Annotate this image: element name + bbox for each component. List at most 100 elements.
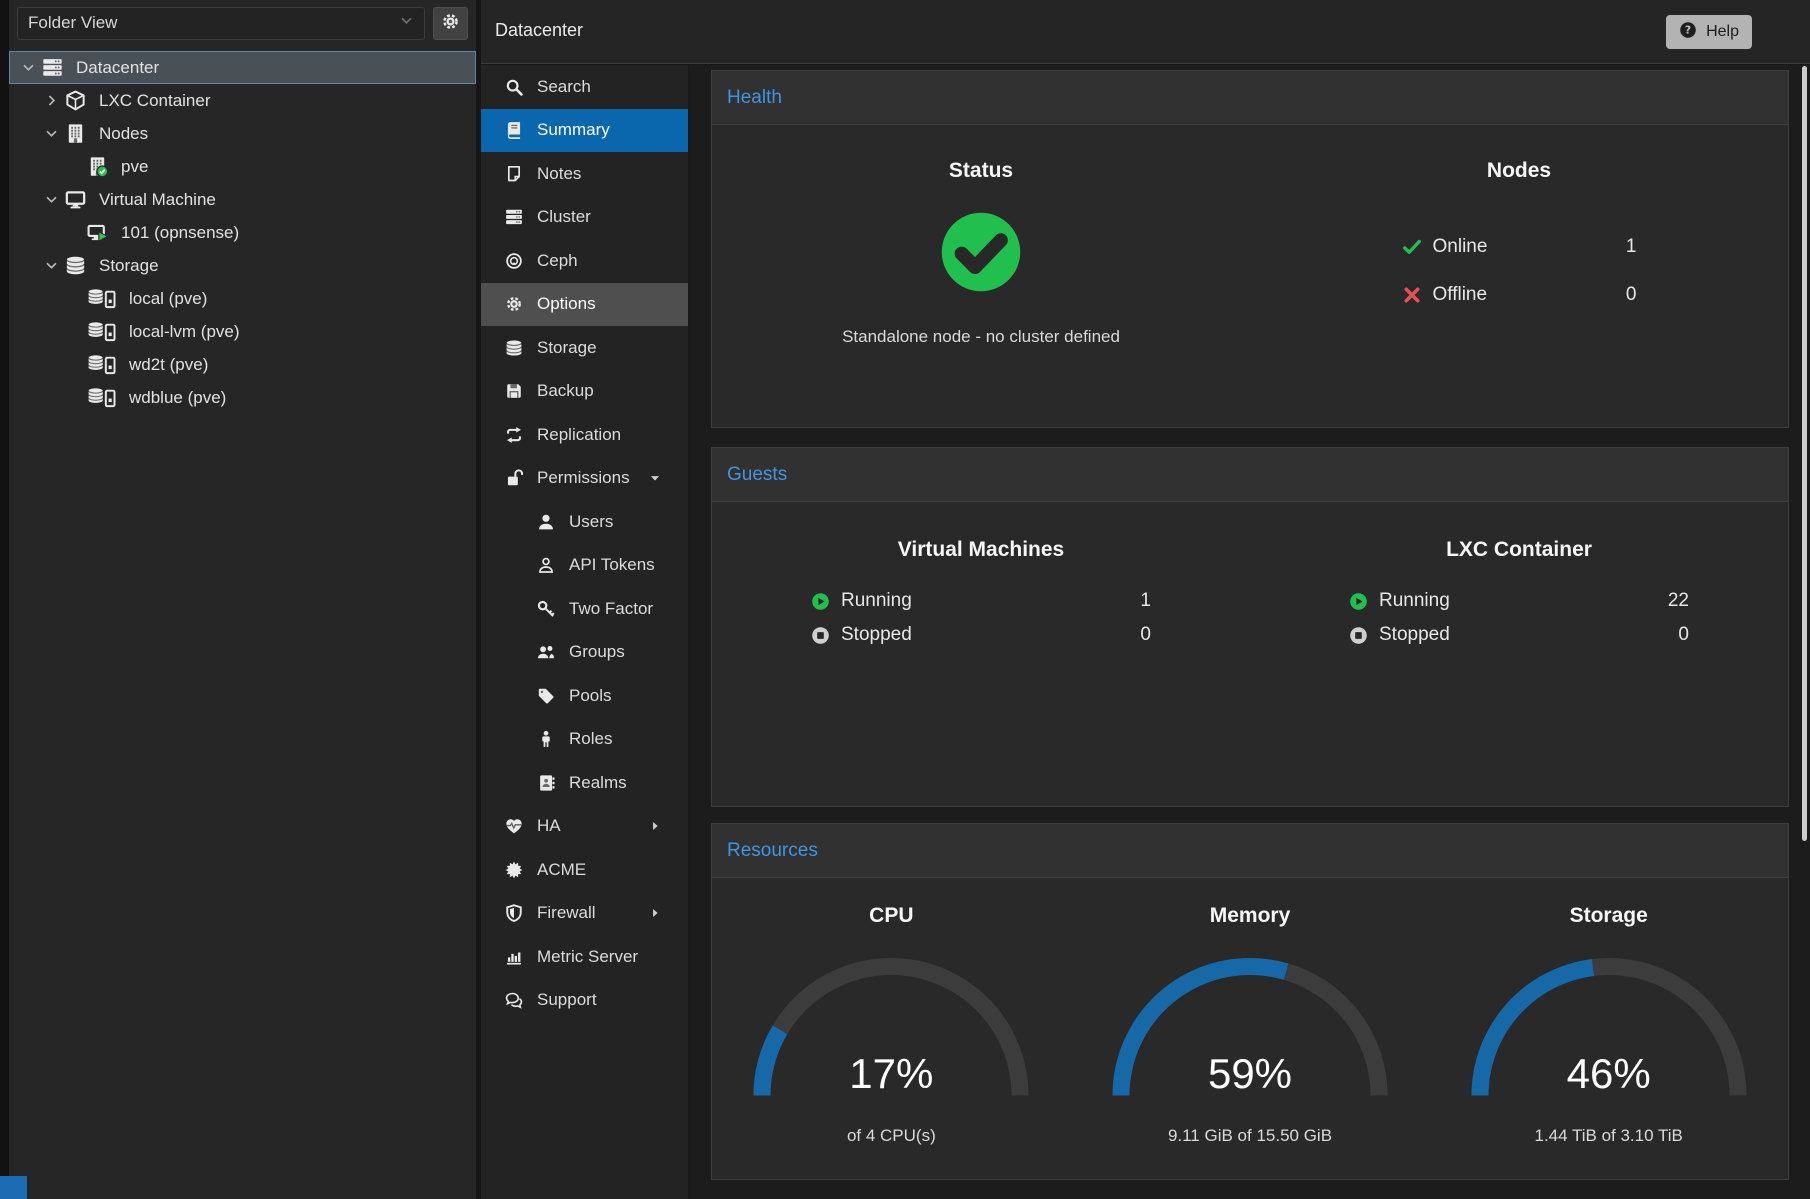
nav-item-label: API Tokens	[569, 555, 655, 575]
question-circle-icon: ?	[1679, 21, 1697, 39]
database-icon	[505, 339, 523, 357]
gauge-caption: 9.11 GiB of 15.50 GiB	[1168, 1126, 1332, 1146]
datacenter-nav: Search SummaryNotesClusterCeph Options Stor…	[481, 65, 690, 1199]
chevron-down-icon[interactable]	[39, 192, 63, 207]
status-row-value: 0	[1140, 624, 1151, 646]
tree-item-virtual-machine[interactable]: Virtual Machine	[9, 183, 476, 216]
resource-tree: DatacenterLXC ContainerNodespve Virtual M…	[9, 46, 476, 414]
nav-item-metric-server[interactable]: Metric Server	[481, 935, 688, 979]
tree-item-local-pve[interactable]: local (pve)	[9, 282, 476, 315]
chevron-right-icon[interactable]	[39, 93, 63, 108]
stop-circle-icon	[1349, 626, 1368, 645]
gauge-arc: 17%	[741, 944, 1041, 1102]
cross-icon	[1402, 285, 1422, 305]
nav-item-ceph[interactable]: Ceph	[481, 239, 688, 283]
nav-item-label: Options	[537, 294, 596, 314]
nav-item-permissions[interactable]: Permissions	[481, 457, 688, 501]
nav-item-realms[interactable]: Realms	[481, 761, 688, 805]
stop-circle-icon	[811, 626, 830, 645]
nav-item-label: Permissions	[537, 468, 630, 488]
nav-item-label: Replication	[537, 425, 621, 445]
status-row-label: Running	[841, 590, 912, 612]
nav-item-storage[interactable]: Storage	[481, 326, 688, 370]
nav-item-support[interactable]: Support	[481, 979, 688, 1023]
health-panel-header: Health	[712, 71, 1788, 125]
play-circle-icon	[1349, 592, 1368, 611]
database-icon	[65, 255, 86, 276]
unlock-icon	[505, 469, 523, 487]
nav-item-label: Roles	[569, 729, 612, 749]
tree-item-storage[interactable]: Storage	[9, 249, 476, 282]
nav-item-label: ACME	[537, 860, 586, 880]
search-icon	[505, 78, 523, 96]
chevron-down-icon	[44, 192, 59, 207]
health-panel-body: Status Standalone node - no cluster defi…	[712, 125, 1788, 347]
status-row-running: Running22	[1349, 584, 1689, 618]
health-panel-title: Health	[727, 87, 782, 109]
chevron-down-icon[interactable]	[39, 258, 63, 273]
chevron-down-icon[interactable]	[16, 60, 40, 75]
gauge-arc: 46%	[1459, 944, 1759, 1102]
tree-toolbar: Folder View	[9, 0, 476, 46]
view-mode-select[interactable]: Folder View	[17, 7, 425, 40]
resources-panel-title: Resources	[727, 840, 818, 862]
guests-panel-header: Guests	[712, 448, 1788, 502]
guests-panel-title: Guests	[727, 464, 787, 486]
nav-item-two-factor[interactable]: Two Factor	[481, 587, 688, 631]
status-row-stopped: Stopped0	[1349, 618, 1689, 652]
nav-item-roles[interactable]: Roles	[481, 718, 688, 762]
status-ok	[938, 209, 1024, 295]
nav-item-users[interactable]: Users	[481, 500, 688, 544]
nav-item-cluster[interactable]: Cluster	[481, 196, 688, 240]
nav-item-pools[interactable]: Pools	[481, 674, 688, 718]
content-scrollbar[interactable]	[1801, 66, 1808, 1196]
sidebar-splitter[interactable]	[476, 0, 481, 1199]
caret-right-icon	[648, 805, 662, 849]
caret-right-icon	[648, 819, 662, 833]
tree-item-101-opnsense[interactable]: 101 (opnsense)	[9, 216, 476, 249]
nav-item-notes[interactable]: Notes	[481, 152, 688, 196]
nav-item-acme[interactable]: ACME	[481, 848, 688, 892]
nav-item-backup[interactable]: Backup	[481, 370, 688, 414]
building-icon	[65, 123, 86, 144]
tree-item-lxc-container[interactable]: LXC Container	[9, 84, 476, 117]
server-icon	[42, 57, 63, 78]
nav-item-ha[interactable]: HA	[481, 805, 688, 849]
tree-item-local-lvm-pve[interactable]: local-lvm (pve)	[9, 315, 476, 348]
nav-item-groups[interactable]: Groups	[481, 631, 688, 675]
tree-item-wdblue-pve[interactable]: wdblue (pve)	[9, 381, 476, 414]
check-circle-icon	[938, 209, 1024, 295]
content-header: Datacenter ? Help	[481, 0, 1810, 64]
nodes-heading: Nodes	[1487, 159, 1551, 183]
tree-item-pve[interactable]: pve	[9, 150, 476, 183]
nav-item-summary[interactable]: Summary	[481, 109, 688, 153]
check-icon	[1402, 237, 1422, 257]
nav-item-label: Storage	[537, 338, 597, 358]
nav-item-api-tokens[interactable]: API Tokens	[481, 544, 688, 588]
nav-item-firewall[interactable]: Firewall	[481, 892, 688, 936]
gauge-percent: 59%	[1100, 1050, 1400, 1098]
gear-icon	[505, 295, 523, 313]
help-button[interactable]: ? Help	[1666, 15, 1752, 49]
status-message: Standalone node - no cluster defined	[842, 327, 1120, 347]
ceph-icon	[505, 252, 523, 270]
gauge-caption: of 4 CPU(s)	[847, 1126, 936, 1146]
status-row-label: Offline	[1433, 284, 1488, 306]
chevron-down-icon[interactable]	[39, 126, 63, 141]
gear-icon	[441, 12, 460, 31]
tree-item-nodes[interactable]: Nodes	[9, 117, 476, 150]
scrollbar-thumb[interactable]	[1802, 66, 1807, 841]
sync-icon	[505, 426, 523, 444]
tree-item-label: local-lvm (pve)	[129, 322, 240, 342]
nav-item-search[interactable]: Search	[481, 65, 688, 109]
resources-panel-header: Resources	[712, 824, 1788, 878]
window-edge	[0, 0, 9, 1199]
nav-item-label: Search	[537, 77, 591, 97]
tree-settings-button[interactable]	[433, 7, 468, 40]
tree-item-wd2t-pve[interactable]: wd2t (pve)	[9, 348, 476, 381]
tree-item-datacenter[interactable]: Datacenter	[9, 51, 476, 84]
nav-item-options[interactable]: Options	[481, 283, 688, 327]
tree-item-label: Virtual Machine	[99, 190, 216, 210]
nav-item-replication[interactable]: Replication	[481, 413, 688, 457]
status-row-value: 1	[1626, 236, 1637, 258]
